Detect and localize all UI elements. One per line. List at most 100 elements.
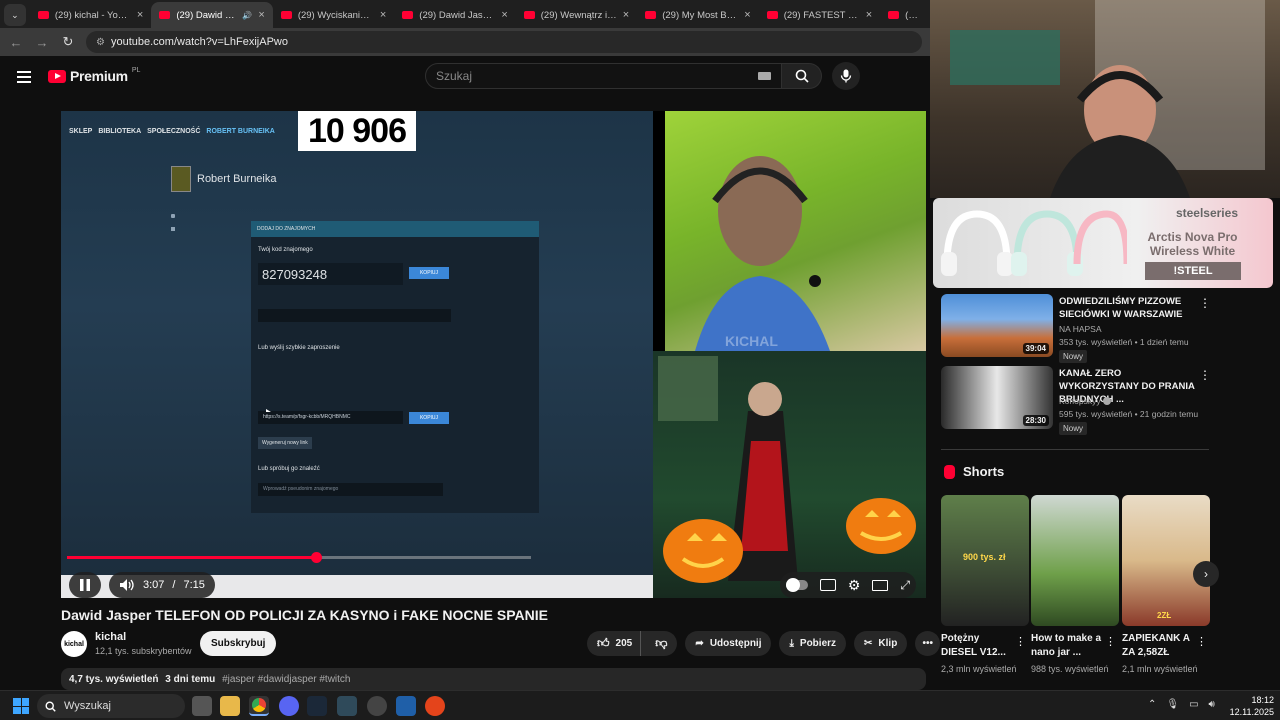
autoplay-toggle-icon[interactable] xyxy=(785,578,808,592)
more-vertical-icon[interactable]: ⋮ xyxy=(1199,296,1211,310)
short-thumbnail[interactable]: 2ZŁ xyxy=(1122,495,1210,626)
more-vertical-icon[interactable]: ⋮ xyxy=(1015,635,1026,648)
youtube-favicon-icon xyxy=(766,11,778,19)
close-tab-icon[interactable]: × xyxy=(380,9,386,21)
short-item[interactable]: 900 tys. zł Potężny DIESEL V12... 2,3 ml… xyxy=(941,495,1029,690)
streamer-figure xyxy=(695,156,830,351)
theater-mode-icon[interactable] xyxy=(872,579,889,591)
video-channel[interactable]: Konopskyy xyxy=(1059,396,1111,406)
pause-button[interactable] xyxy=(69,572,101,598)
taskbar-clock[interactable]: 18:12 12.11.2025 xyxy=(1224,694,1274,718)
browser-tab[interactable]: (29) A xyxy=(880,2,930,28)
hashtags[interactable]: #jasper #dawidjasper #twitch xyxy=(222,674,350,685)
app-icon[interactable] xyxy=(396,696,416,716)
short-title[interactable]: Potężny DIESEL V12... xyxy=(941,632,1015,660)
back-arrow-icon[interactable]: ← xyxy=(8,35,24,50)
subtitles-icon[interactable] xyxy=(819,579,836,591)
close-tab-icon[interactable]: × xyxy=(258,9,264,21)
microphone-icon[interactable]: 🎙︎ xyxy=(1166,699,1179,710)
voice-search-button[interactable] xyxy=(832,62,860,90)
more-vertical-icon[interactable]: ⋮ xyxy=(1199,368,1211,382)
shorts-section-header: Shorts xyxy=(944,464,1004,479)
close-tab-icon[interactable]: × xyxy=(623,9,629,21)
description-box[interactable]: 4,7 tys. wyświetleń 3 dni temu #jasper #… xyxy=(61,668,926,690)
channel-avatar[interactable]: kichal xyxy=(61,631,87,657)
short-item[interactable]: 2ZŁ ZAPIEKANK A ZA 2,58ZŁ 2,1 mln wyświe… xyxy=(1122,495,1210,690)
url-field[interactable]: ⚙ youtube.com/watch?v=LhFexijAPwo xyxy=(86,31,922,53)
app-icon[interactable] xyxy=(337,696,357,716)
obs-icon[interactable] xyxy=(367,696,387,716)
speaker-icon[interactable]: 🔊︎ xyxy=(1209,699,1215,710)
more-actions-button[interactable]: ••• xyxy=(915,631,941,656)
youtube-premium-logo[interactable]: Premium PL xyxy=(48,67,140,84)
recommended-video[interactable]: 28:30 KANAŁ ZERO WYKORZYSTANY DO PRANIA … xyxy=(941,366,1216,435)
discord-icon[interactable] xyxy=(279,696,299,716)
upload-date: 3 dni temu xyxy=(165,674,216,685)
speaker-icon[interactable]: 🔊 xyxy=(242,11,252,20)
close-tab-icon[interactable]: × xyxy=(866,9,872,21)
short-item[interactable]: How to make a nano jar ... 988 tys. wyśw… xyxy=(1031,495,1119,690)
recommended-video[interactable]: 39:04 ODWIEDZILIŚMY PIZZOWE SIECIÓWKI W … xyxy=(941,294,1216,363)
steam-avatar xyxy=(171,166,191,192)
chrome-icon[interactable] xyxy=(249,696,269,716)
search-button[interactable] xyxy=(782,63,822,89)
video-title[interactable]: ODWIEDZILIŚMY PIZZOWE SIECIÓWKI W WARSZA… xyxy=(1059,295,1199,321)
chevron-right-icon: › xyxy=(1204,567,1208,581)
tab-search-button[interactable]: ⌄ xyxy=(4,4,26,26)
browser-tab-active[interactable]: (29) Dawid Jasper🔊× xyxy=(151,2,273,28)
short-title[interactable]: How to make a nano jar ... xyxy=(1031,632,1105,660)
seek-bar[interactable] xyxy=(67,552,647,563)
task-view-icon[interactable] xyxy=(192,696,212,716)
download-button[interactable]: ⤓ Pobierz xyxy=(779,631,847,656)
windows-start-icon[interactable] xyxy=(13,698,29,714)
youtube-favicon-icon xyxy=(402,11,414,19)
browser-tab[interactable]: (29) FASTEST CAR ON× xyxy=(759,2,880,28)
youtube-favicon-icon xyxy=(37,11,49,19)
video-meta: 595 tys. wyświetleń • 21 godzin temu xyxy=(1059,409,1199,419)
short-title[interactable]: ZAPIEKANK A ZA 2,58ZŁ xyxy=(1122,632,1196,660)
video-player[interactable]: SKLEP BIBLIOTEKA SPOŁECZNOŚĆ ROBERT BURN… xyxy=(61,111,926,598)
share-button[interactable]: ➦ Udostępnij xyxy=(685,631,772,656)
steelseries-logo: steelseries xyxy=(1175,206,1238,220)
browser-tab[interactable]: (29) Wyciskanie franc× xyxy=(273,2,394,28)
settings-gear-icon[interactable]: ⚙ xyxy=(848,577,861,594)
steam-icon[interactable] xyxy=(307,696,327,716)
reload-icon[interactable]: ↻ xyxy=(60,34,76,50)
short-thumbnail[interactable] xyxy=(1031,495,1119,626)
search-input[interactable]: Szukaj xyxy=(425,63,782,89)
shorts-next-button[interactable]: › xyxy=(1193,561,1219,587)
fullscreen-icon[interactable]: ⤢ xyxy=(900,578,910,593)
subscribe-button[interactable]: Subskrybuj xyxy=(200,631,277,656)
close-tab-icon[interactable]: × xyxy=(744,9,750,21)
browser-tab[interactable]: (29) Wewnątrz indyjsk× xyxy=(516,2,637,28)
site-info-icon[interactable]: ⚙ xyxy=(96,37,105,48)
dislike-button[interactable]: 👎︎ xyxy=(647,631,677,656)
volume-icon[interactable] xyxy=(119,578,135,592)
chevron-up-icon[interactable]: ⌃ xyxy=(1148,699,1156,710)
forward-arrow-icon[interactable]: → xyxy=(34,35,50,50)
more-vertical-icon[interactable]: ⋮ xyxy=(1196,635,1207,648)
browser-tab[interactable]: (29) Dawid Jasper ON× xyxy=(394,2,515,28)
clip-button[interactable]: ✂ Klip xyxy=(854,631,908,656)
youtube-favicon-icon xyxy=(159,11,171,19)
keyboard-icon[interactable] xyxy=(758,72,771,80)
short-thumbnail[interactable]: 900 tys. zł xyxy=(941,495,1029,626)
viewer-counter: 10 906 xyxy=(298,111,416,151)
view-count: 4,7 tys. wyświetleń xyxy=(69,674,159,685)
close-tab-icon[interactable]: × xyxy=(501,9,507,21)
taskbar-search[interactable]: Wyszukaj xyxy=(37,694,185,718)
video-thumbnail[interactable]: 39:04 xyxy=(941,294,1053,357)
like-button[interactable]: 👍︎ 205 xyxy=(587,631,642,656)
hamburger-menu-icon[interactable] xyxy=(17,71,31,83)
display-icon[interactable]: ▭ xyxy=(1189,699,1198,710)
app-icon[interactable] xyxy=(425,696,445,716)
channel-name[interactable]: kichal xyxy=(95,631,126,643)
video-thumbnail[interactable]: 28:30 xyxy=(941,366,1053,429)
video-channel[interactable]: NA HAPSA xyxy=(1059,324,1102,334)
friend-code-label: Twój kod znajomego xyxy=(258,247,313,253)
more-vertical-icon[interactable]: ⋮ xyxy=(1105,635,1116,648)
browser-tab[interactable]: (29) kichal - YouTube× xyxy=(30,2,151,28)
browser-tab[interactable]: (29) My Most Brutal V× xyxy=(637,2,758,28)
close-tab-icon[interactable]: × xyxy=(137,9,143,21)
file-explorer-icon[interactable] xyxy=(220,696,240,716)
